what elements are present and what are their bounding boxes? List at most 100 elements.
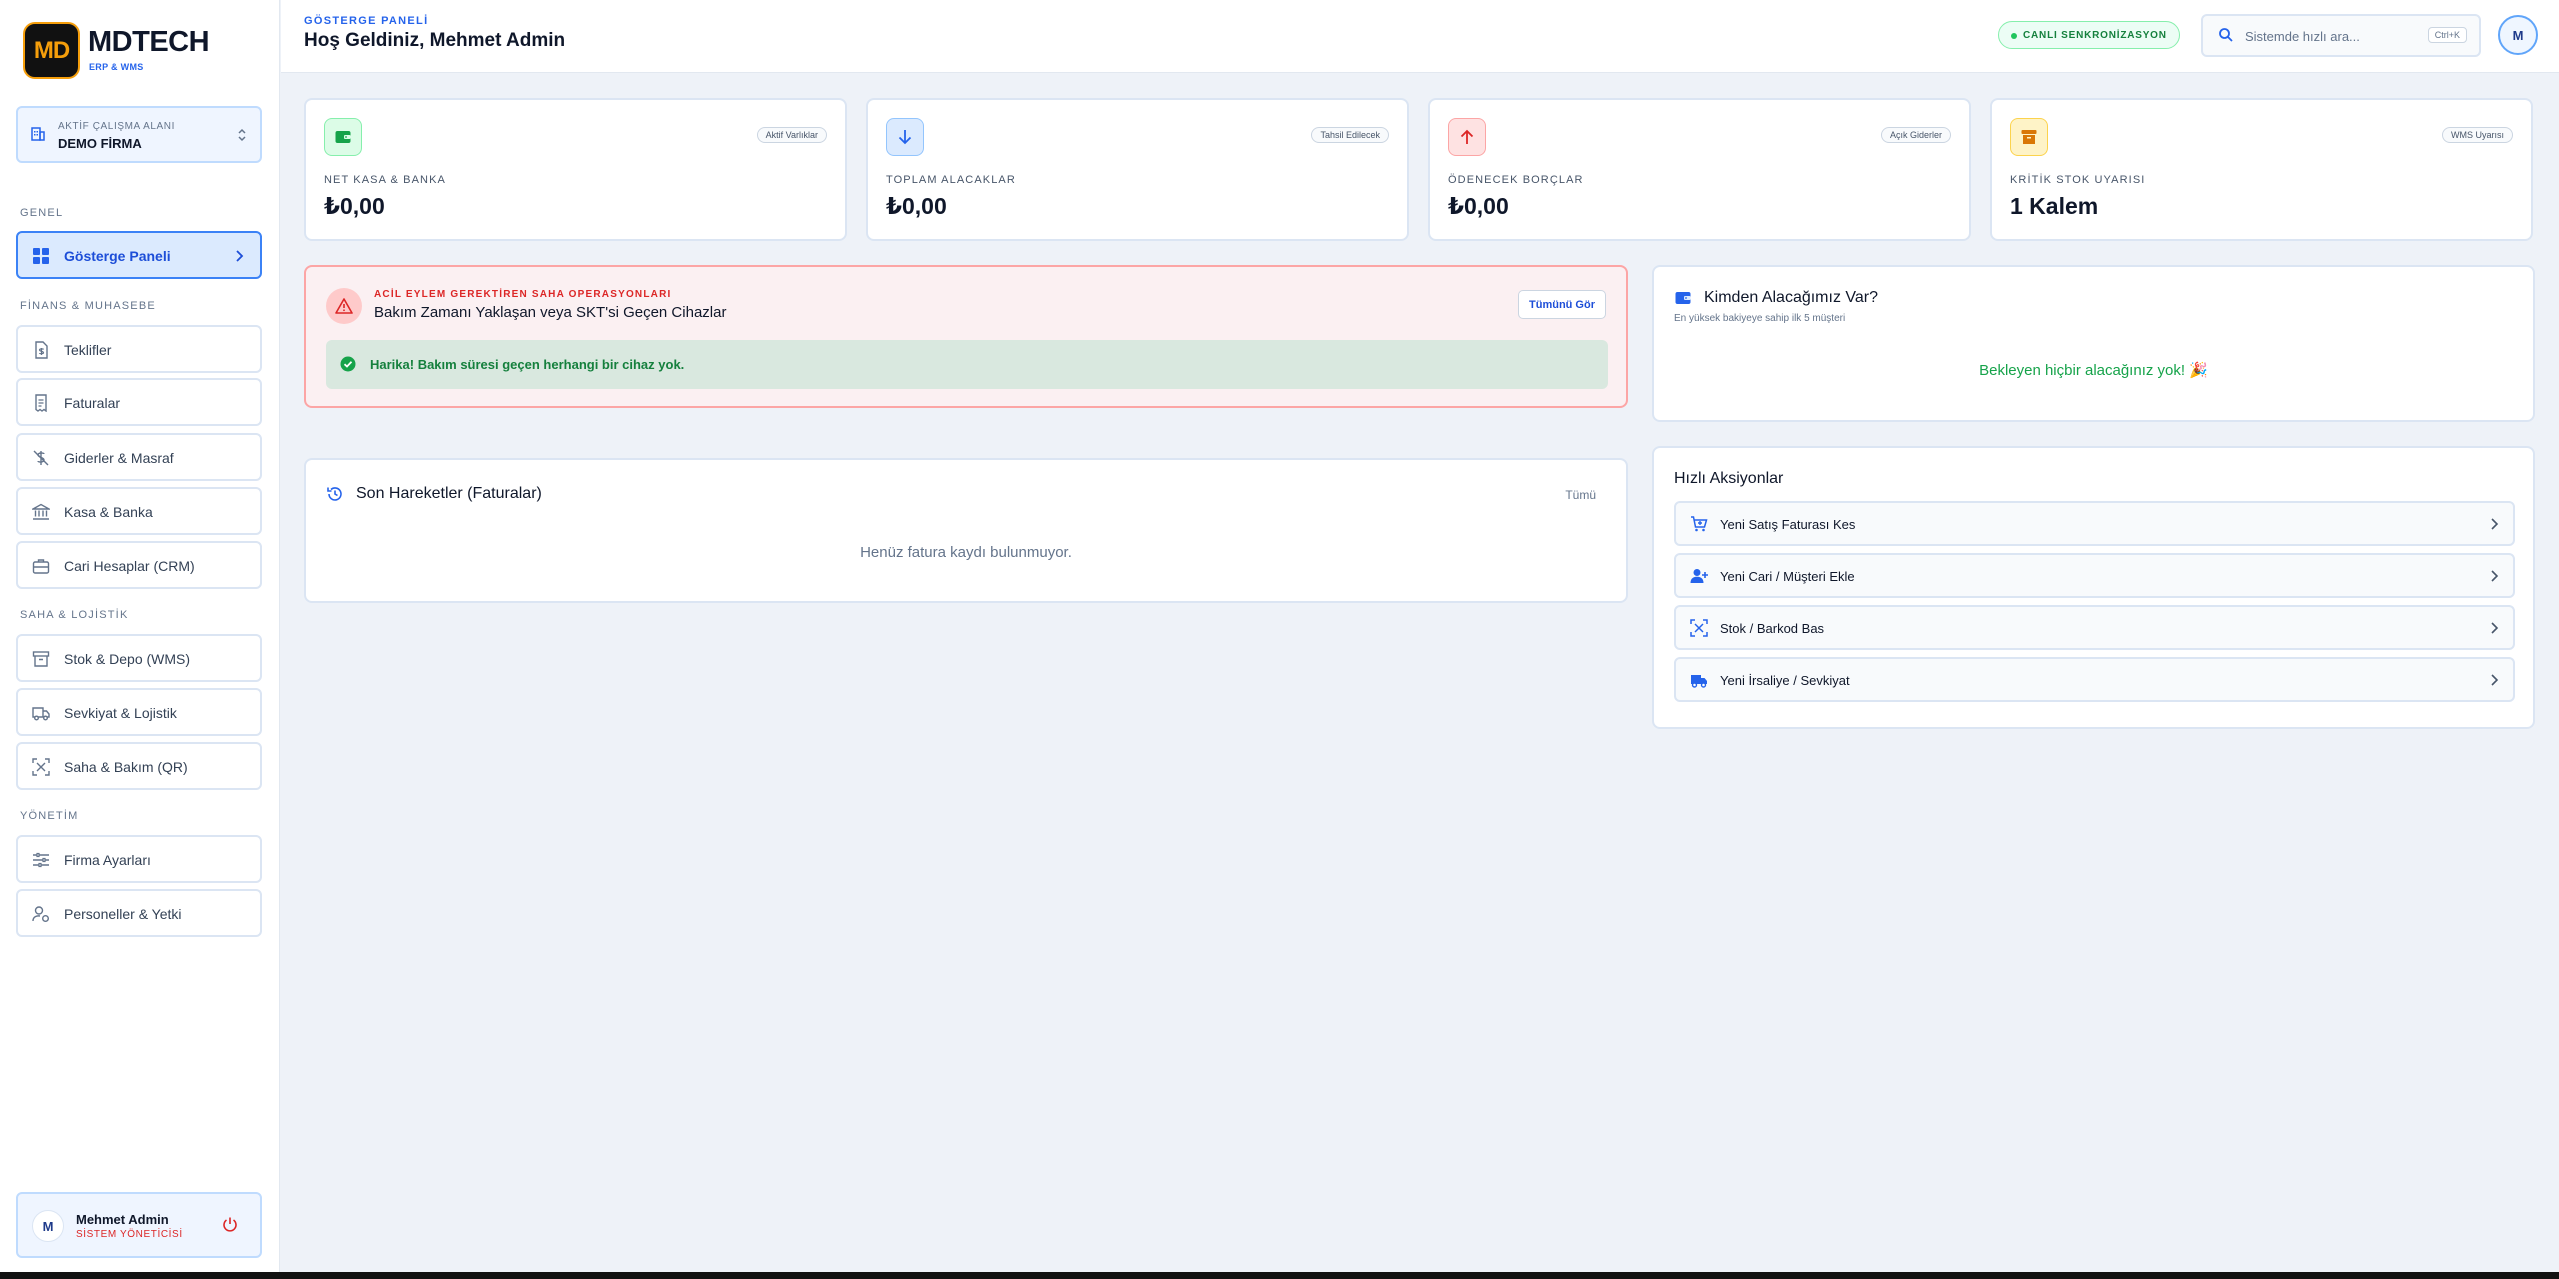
sidebar-item-cash-bank[interactable]: Kasa & Banka [16,487,262,535]
receivables-panel: Kimden Alacağımız Var? En yüksek bakiyey… [1652,265,2535,422]
sidebar-item-label: Gösterge Paneli [64,248,171,264]
bank-icon [32,503,50,520]
stat-value: ₺0,00 [324,193,385,219]
stat-card-net-cash[interactable]: Aktif Varlıklar NET KASA & BANKA ₺0,00 [304,98,847,241]
quick-action-new-customer[interactable]: Yeni Cari / Müşteri Ekle [1674,553,2515,598]
archive-box-icon [32,651,50,667]
alert-title: Bakım Zamanı Yaklaşan veya SKT'si Geçen … [374,304,727,321]
user-plus-icon [1690,569,1708,583]
brand-logo-text: MD [33,36,70,64]
chevron-right-icon [236,250,244,262]
quick-action-new-shipment[interactable]: Yeni İrsaliye / Sevkiyat [1674,657,2515,702]
quick-action-new-sales-invoice[interactable]: Yeni Satış Faturası Kes [1674,501,2515,546]
quick-action-label: Yeni Satış Faturası Kes [1720,517,1856,532]
scan-icon [32,758,50,776]
sidebar-item-quotes[interactable]: Teklifler [16,325,262,373]
receipt-icon [35,394,47,412]
truck-icon [1691,675,1707,688]
sidebar-item-expenses[interactable]: Giderler & Masraf [16,433,262,481]
arrow-down-icon [886,118,924,156]
view-all-button[interactable]: Tümünü Gör [1518,290,1606,319]
workspace-value: DEMO FİRMA [58,136,142,151]
section-title-general: GENEL [20,207,64,219]
sidebar-item-field-maintenance[interactable]: Saha & Bakım (QR) [16,742,262,790]
stat-label: NET KASA & BANKA [324,174,446,186]
quick-action-label: Yeni İrsaliye / Sevkiyat [1720,673,1850,688]
receivables-empty-state: Bekleyen hiçbir alacağınız yok! 🎉 [1979,362,2208,379]
brand-subtitle: ERP & WMS [89,62,144,72]
stat-badge: WMS Uyarısı [2442,127,2513,143]
receivables-subtitle: En yüksek bakiyeye sahip ilk 5 müşteri [1674,313,1846,324]
sidebar-item-label: Firma Ayarları [64,852,151,868]
view-all-link[interactable]: Tümü [1565,488,1596,502]
sidebar-item-crm[interactable]: Cari Hesaplar (CRM) [16,541,262,589]
alert-eyebrow: ACİL EYLEM GEREKTİREN SAHA OPERASYONLARI [374,289,672,300]
chevron-right-icon [2491,518,2499,530]
search-input[interactable] [2245,26,2425,46]
sidebar: MD MDTECH ERP & WMS AKTİF ÇALIŞMA ALANI … [0,0,280,1272]
quick-action-label: Yeni Cari / Müşteri Ekle [1720,569,1855,584]
stat-card-receivables[interactable]: Tahsil Edilecek TOPLAM ALACAKLAR ₺0,00 [866,98,1409,241]
section-title-field: SAHA & LOJİSTİK [20,609,129,621]
wallet-icon [1675,292,1691,304]
stat-label: KRİTİK STOK UYARISI [2010,174,2146,186]
avatar: M [32,1210,64,1242]
quick-action-label: Stok / Barkod Bas [1720,621,1825,636]
quick-action-barcode[interactable]: Stok / Barkod Bas [1674,605,2515,650]
user-card[interactable]: M Mehmet Admin SİSTEM YÖNETİCİSİ [16,1192,262,1258]
sync-status-badge: CANLI SENKRONİZASYON [1998,21,2180,49]
sidebar-item-label: Sevkiyat & Lojistik [64,705,177,721]
workspace-selector[interactable]: AKTİF ÇALIŞMA ALANI DEMO FİRMA [16,106,262,163]
section-title-finance: FİNANS & MUHASEBE [20,300,156,312]
breadcrumb: GÖSTERGE PANELİ [304,15,429,27]
stat-value: ₺0,00 [1448,193,1509,219]
wallet-icon [324,118,362,156]
sidebar-item-label: Faturalar [64,395,121,411]
sidebar-item-label: Cari Hesaplar (CRM) [64,558,195,574]
stat-card-payables[interactable]: Açık Giderler ÖDENECEK BORÇLAR ₺0,00 [1428,98,1971,241]
field-operations-alert: ACİL EYLEM GEREKTİREN SAHA OPERASYONLARI… [304,265,1628,408]
dollar-off-icon [33,450,49,466]
stat-label: ÖDENECEK BORÇLAR [1448,174,1584,186]
dashboard-grid-icon [33,248,49,264]
sidebar-item-label: Kasa & Banka [64,504,153,520]
search-box[interactable]: Ctrl+K [2201,14,2481,57]
sidebar-item-company-settings[interactable]: Firma Ayarları [16,835,262,883]
sidebar-item-label: Giderler & Masraf [64,450,174,466]
user-cog-icon [32,906,49,922]
sliders-icon [33,852,49,868]
barcode-scan-icon [1690,619,1708,637]
alert-ok-text: Harika! Bakım süresi geçen herhangi bir … [370,357,685,372]
workspace-label: AKTİF ÇALIŞMA ALANI [58,121,175,132]
chevron-updown-icon [238,128,246,142]
shortcut-hint: Ctrl+K [2427,27,2467,43]
search-icon [2219,28,2233,42]
stat-badge: Tahsil Edilecek [1311,127,1389,143]
sidebar-item-dashboard[interactable]: Gösterge Paneli [16,231,262,279]
cart-plus-icon [1691,516,1708,532]
page-title: Hoş Geldiniz, Mehmet Admin [304,30,566,51]
quick-actions-panel: Hızlı Aksiyonlar Yeni Satış Faturası Kes… [1652,446,2535,729]
sidebar-item-label: Stok & Depo (WMS) [64,651,191,667]
sidebar-item-stock[interactable]: Stok & Depo (WMS) [16,634,262,682]
truck-icon [32,707,50,721]
sidebar-item-personnel[interactable]: Personeller & Yetki [16,889,262,937]
sidebar-item-shipping[interactable]: Sevkiyat & Lojistik [16,688,262,736]
stat-badge: Açık Giderler [1880,127,1951,143]
power-icon[interactable] [222,1216,238,1232]
brand-logo[interactable]: MD [23,22,80,79]
briefcase-icon [32,559,50,574]
archive-icon [2010,118,2048,156]
sidebar-item-invoices[interactable]: Faturalar [16,378,262,426]
document-dollar-icon [35,341,48,359]
header-avatar[interactable]: M [2498,15,2538,55]
stat-badge: Aktif Varlıklar [756,127,827,143]
bottom-bar [0,1272,2559,1279]
sidebar-item-label: Saha & Bakım (QR) [64,759,188,775]
stat-value: 1 Kalem [2010,193,2099,219]
check-circle-icon [340,356,356,372]
chevron-right-icon [2491,674,2499,686]
stat-card-critical-stock[interactable]: WMS Uyarısı KRİTİK STOK UYARISI 1 Kalem [1990,98,2533,241]
alert-ok-message: Harika! Bakım süresi geçen herhangi bir … [326,340,1608,389]
recent-title: Son Hareketler (Faturalar) [356,485,542,502]
